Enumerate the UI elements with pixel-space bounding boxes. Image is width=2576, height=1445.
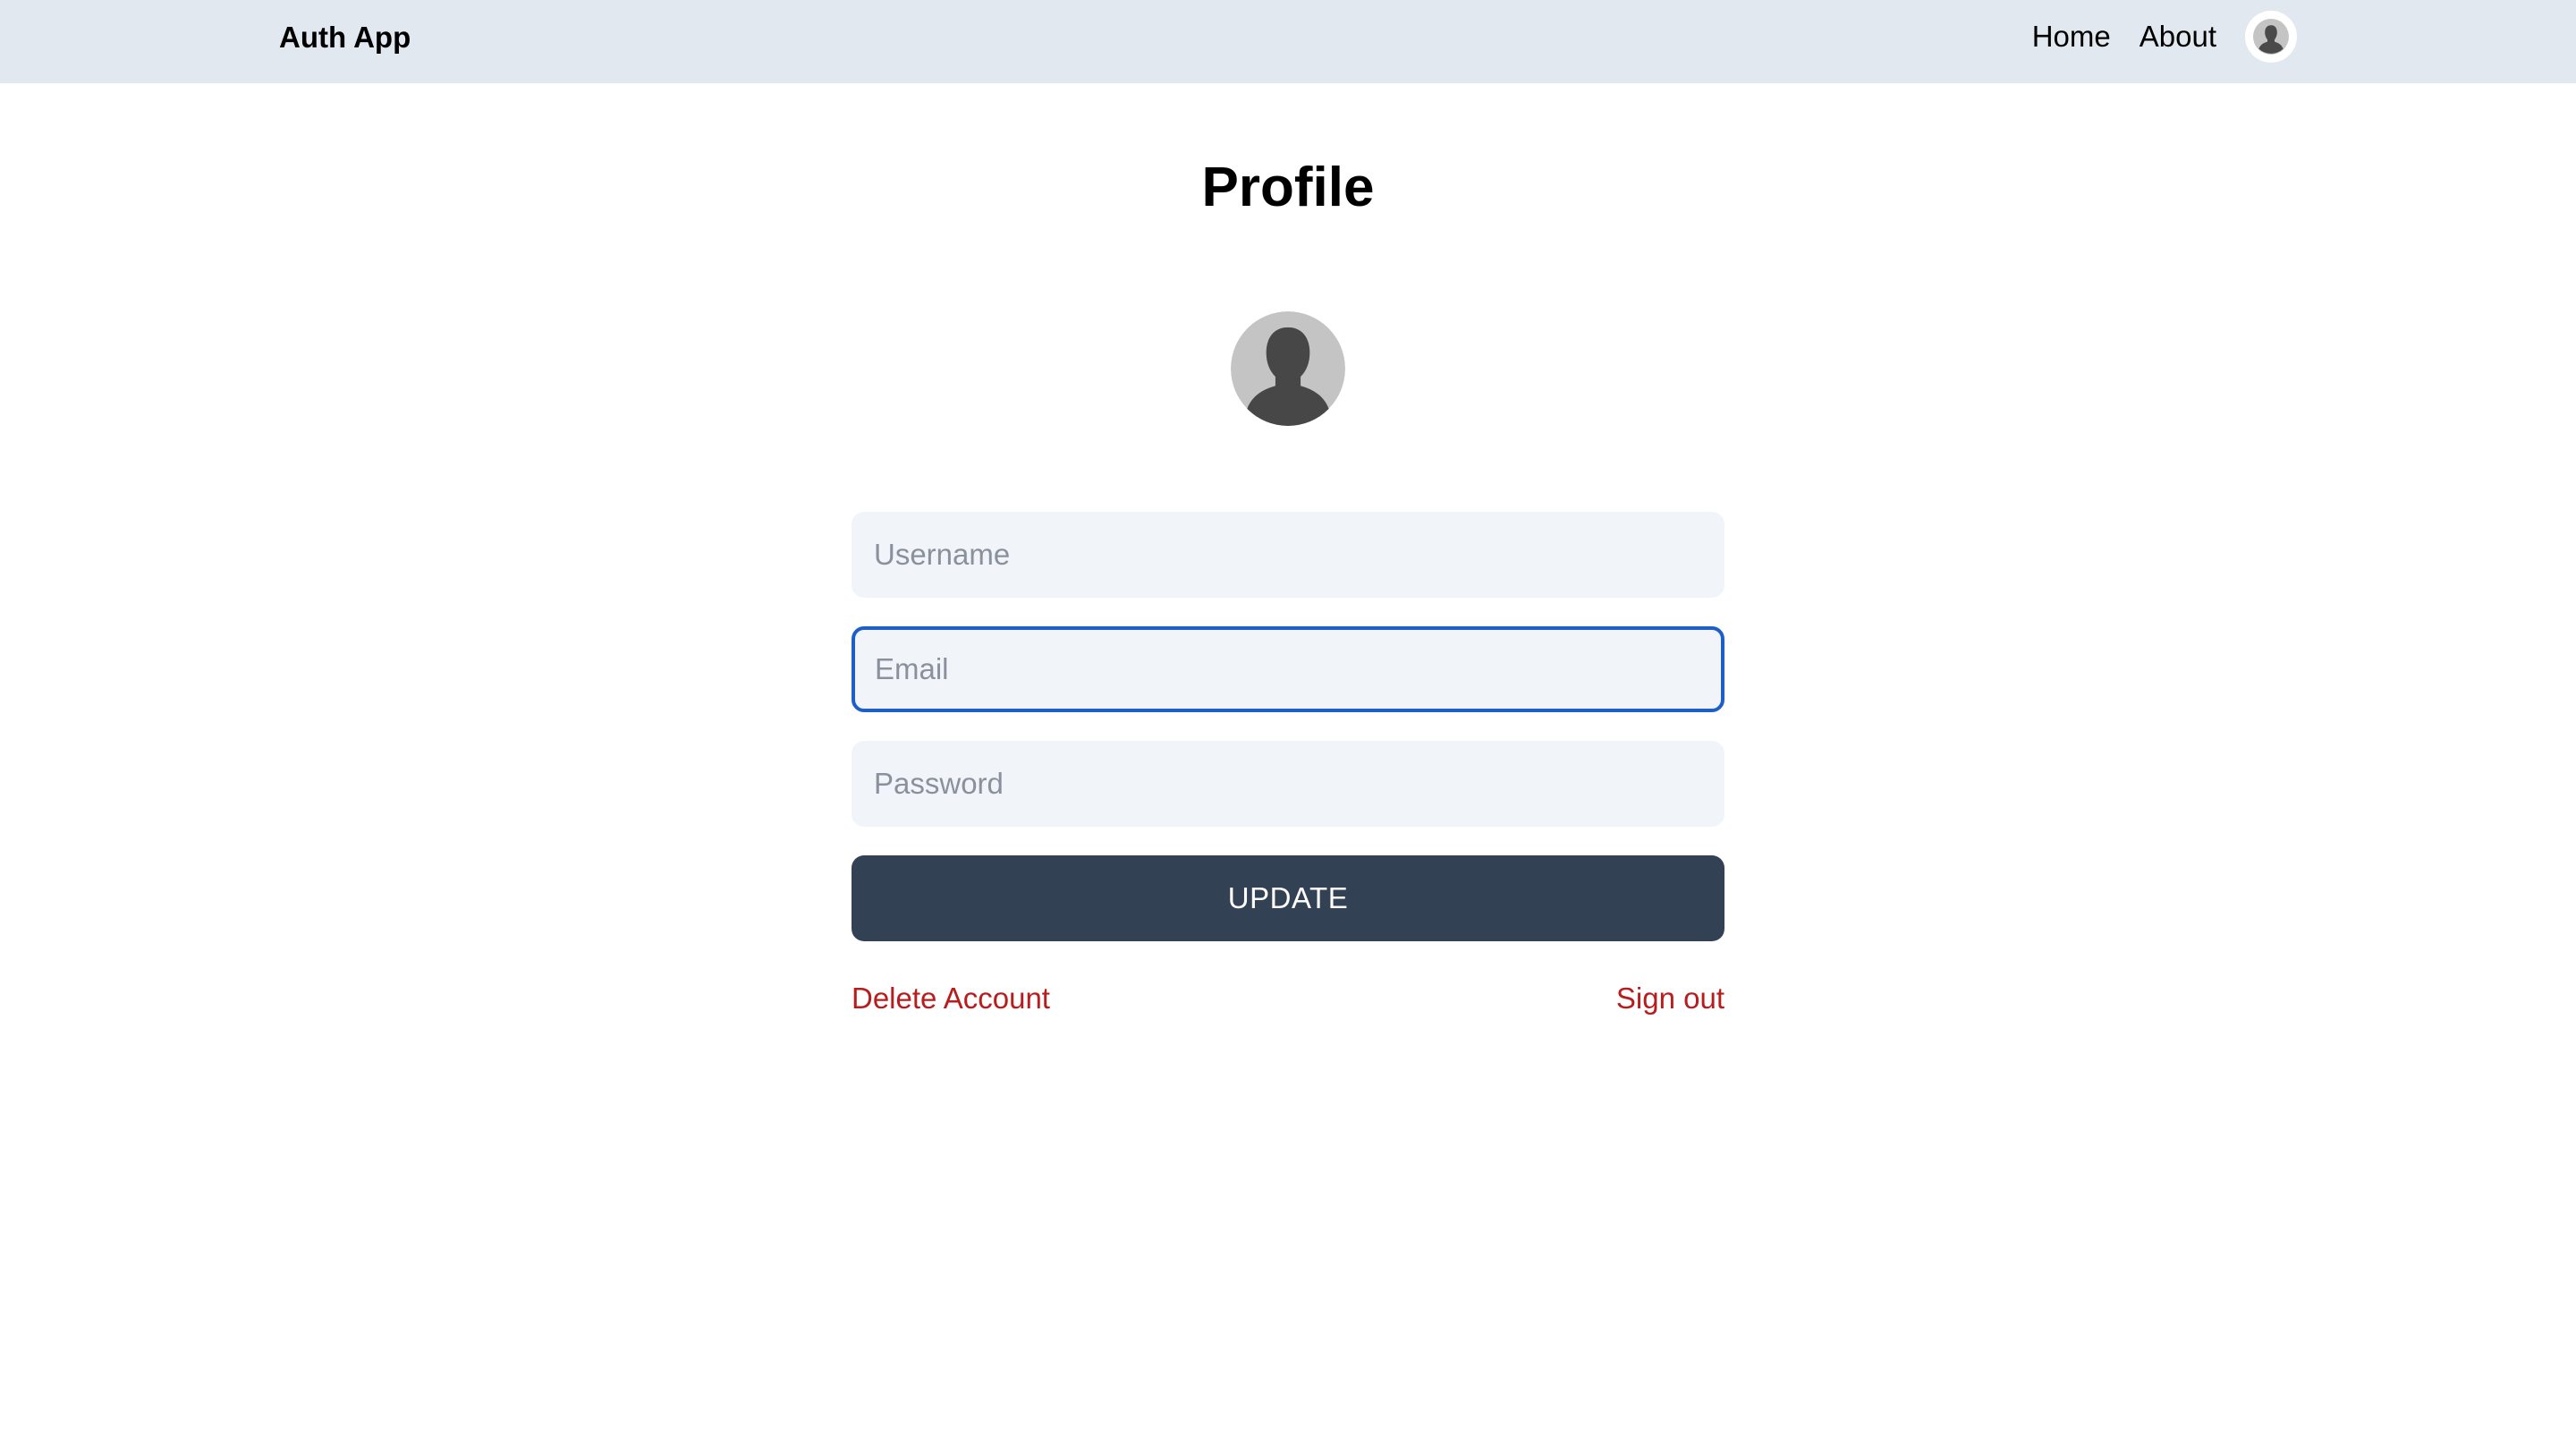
account-actions: Delete Account Sign out xyxy=(852,981,1724,1016)
profile-avatar[interactable] xyxy=(1231,311,1345,426)
update-button[interactable]: UPDATE xyxy=(852,855,1724,941)
profile-form: UPDATE Delete Account Sign out xyxy=(852,512,1724,1016)
nav-home-link[interactable]: Home xyxy=(2032,19,2111,55)
app-brand[interactable]: Auth App xyxy=(279,20,411,55)
password-input[interactable] xyxy=(852,741,1724,827)
sign-out-link[interactable]: Sign out xyxy=(1616,981,1724,1016)
top-navbar: Auth App Home About xyxy=(0,0,2576,83)
nav-links: Home About xyxy=(2032,11,2297,63)
nav-about-link[interactable]: About xyxy=(2140,19,2216,55)
username-input[interactable] xyxy=(852,512,1724,598)
delete-account-link[interactable]: Delete Account xyxy=(852,981,1050,1016)
user-silhouette-icon xyxy=(1231,311,1345,426)
page-title: Profile xyxy=(1201,157,1375,218)
email-input[interactable] xyxy=(852,626,1724,712)
user-silhouette-icon xyxy=(2253,19,2289,55)
nav-profile-avatar[interactable] xyxy=(2245,11,2297,63)
